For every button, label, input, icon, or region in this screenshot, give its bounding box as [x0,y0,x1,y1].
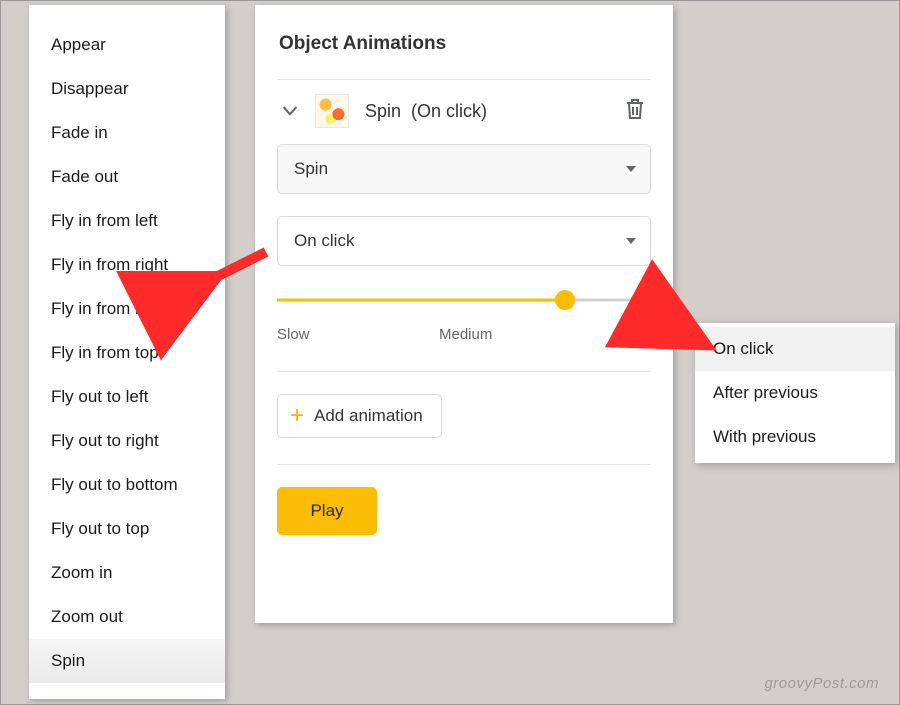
divider [277,464,651,465]
speed-label-slow: Slow [277,326,310,343]
animation-type-option[interactable]: Fly out to right [29,419,225,463]
watermark: groovyPost.com [764,675,879,692]
current-animation-trigger: (On click) [411,101,487,121]
timing-option[interactable]: On click [695,327,895,371]
animation-trigger-dropdown[interactable]: On click [277,216,651,266]
plus-icon: + [290,404,304,428]
animation-type-option[interactable]: Fade out [29,155,225,199]
animation-type-menu: AppearDisappearFade inFade outFly in fro… [29,5,225,699]
animation-type-dropdown[interactable]: Spin [277,144,651,194]
animation-type-option[interactable]: Fly out to top [29,507,225,551]
current-animation-label: Spin (On click) [365,101,623,122]
timing-option[interactable]: After previous [695,371,895,415]
add-animation-button[interactable]: + Add animation [277,394,442,438]
speed-slider-labels: Slow Medium Fast [277,326,651,372]
animation-type-option[interactable]: Fly out to bottom [29,463,225,507]
caret-down-icon [626,166,636,172]
current-animation-row: Spin (On click) [277,80,651,144]
animation-type-option[interactable]: Disappear [29,67,225,111]
animation-type-option[interactable]: Appear [29,23,225,67]
object-animations-panel: Object Animations Spin (On click) Spin O… [255,5,673,623]
animation-type-option[interactable]: Zoom out [29,595,225,639]
animation-type-option[interactable]: Fly in from left [29,199,225,243]
animation-type-option[interactable]: Fly in from top [29,331,225,375]
add-animation-label: Add animation [314,406,423,426]
speed-slider[interactable] [277,288,651,312]
animation-type-value: Spin [294,159,328,179]
slider-fill [277,299,565,302]
current-animation-name: Spin [365,101,401,121]
animation-trigger-value: On click [294,231,354,251]
animation-type-option[interactable]: Fade in [29,111,225,155]
caret-down-icon [626,238,636,244]
animation-type-option[interactable]: Zoom in [29,551,225,595]
animation-type-option[interactable]: Spin [29,639,225,683]
speed-slider-wrap: Slow Medium Fast [277,288,651,372]
chevron-down-icon[interactable] [277,98,303,124]
slider-thumb[interactable] [555,290,575,310]
animation-timing-menu: On clickAfter previousWith previous [695,323,895,463]
play-button[interactable]: Play [277,487,377,535]
timing-option[interactable]: With previous [695,415,895,459]
speed-label-medium: Medium [439,326,492,343]
trash-icon[interactable] [623,97,651,125]
animation-type-option[interactable]: Fly out to left [29,375,225,419]
panel-title: Object Animations [277,5,651,80]
object-thumbnail [315,94,349,128]
